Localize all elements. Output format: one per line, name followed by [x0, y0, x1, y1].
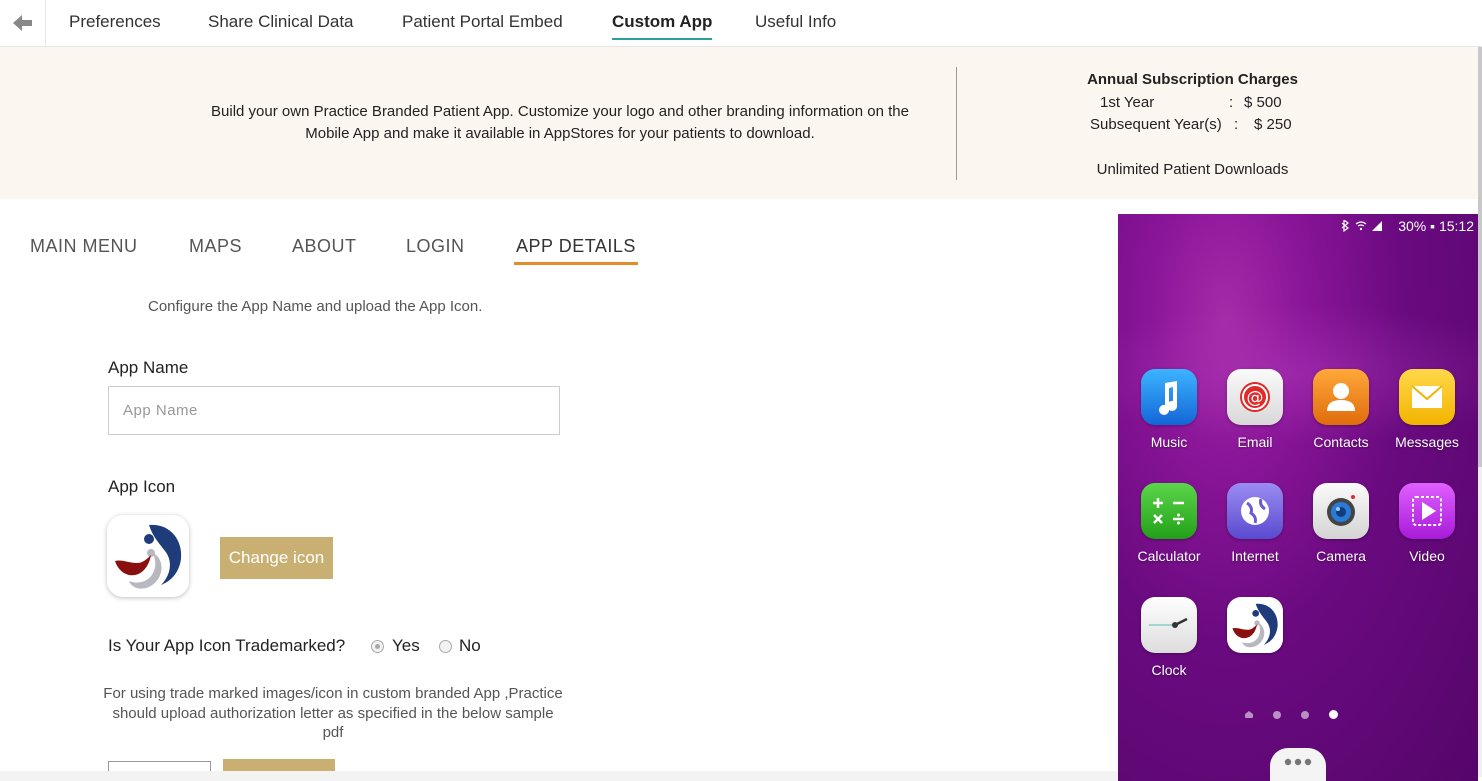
app-name-label: App Name [108, 358, 189, 377]
phone-app-email: @ Email [1212, 369, 1298, 450]
app-icon-preview [107, 515, 189, 597]
page-scrollbar-thumb[interactable] [1478, 47, 1482, 467]
subtab-main-menu[interactable]: MAIN MENU [30, 236, 138, 257]
subtab-about[interactable]: ABOUT [292, 236, 357, 257]
phone-preview: 30% ▪ 15:12 Music @ Email Contacts Messa… [1118, 214, 1478, 781]
top-nav: Preferences Share Clinical Data Patient … [0, 0, 1482, 47]
phone-app-calculator: Calculator [1126, 483, 1212, 564]
page-indicator [1245, 710, 1338, 719]
custom-app-logo-icon [115, 524, 182, 589]
phone-app-label: Clock [1151, 662, 1187, 678]
person-icon [1313, 369, 1369, 425]
calculator-icon [1141, 483, 1197, 539]
config-description: Configure the App Name and upload the Ap… [148, 298, 483, 315]
phone-app-music: Music [1126, 369, 1212, 450]
status-icons [1341, 220, 1382, 232]
pricing-title: Annual Subscription Charges [1087, 71, 1298, 88]
music-note-icon [1141, 369, 1197, 425]
phone-app-label: Video [1409, 548, 1445, 564]
status-text: 30% ▪ 15:12 [1398, 218, 1474, 234]
trademark-yes-label[interactable]: Yes [392, 636, 420, 656]
first-year-value: $ 500 [1244, 93, 1282, 111]
phone-app-label: Calculator [1137, 548, 1201, 564]
banner-line-1: Build your own Practice Branded Patient … [211, 103, 909, 120]
tab-custom-app[interactable]: Custom App [612, 12, 713, 40]
trademark-note-line-2: should upload authorization letter as sp… [112, 704, 554, 722]
pricing-row-first-year: 1st Year : $ 500 [1040, 92, 1345, 115]
tab-useful-info[interactable]: Useful Info [755, 12, 836, 32]
phone-app-label: Email [1237, 434, 1273, 450]
trademark-note-line-1: For using trade marked images/icon in cu… [103, 685, 563, 702]
phone-app-camera: Camera [1298, 483, 1384, 564]
custom-app-logo-icon [1227, 597, 1283, 653]
banner-line-2: Mobile App and make it available in AppS… [305, 125, 815, 142]
phone-app-clock: Clock [1126, 597, 1212, 678]
first-year-label: 1st Year [1100, 93, 1155, 111]
trademark-question-row: Is Your App Icon Trademarked? [108, 636, 345, 656]
subsequent-label: Subsequent Year(s) [1090, 116, 1222, 133]
trademark-no-label[interactable]: No [459, 636, 481, 656]
phone-app-messages: Messages [1384, 369, 1470, 450]
subtab-maps[interactable]: MAPS [189, 236, 242, 257]
banner-description: Build your own Practice Branded Patient … [160, 101, 960, 145]
subtab-login[interactable]: LOGIN [406, 236, 465, 257]
pricing-downloads: Unlimited Patient Downloads [1096, 160, 1289, 178]
home-page-dot [1245, 711, 1253, 718]
trademark-no-option[interactable]: No [439, 636, 481, 656]
play-icon [1399, 483, 1455, 539]
trademark-yes-option[interactable]: Yes [371, 636, 420, 656]
trademark-yes-radio[interactable] [371, 639, 384, 653]
app-drawer-more-button [1270, 748, 1326, 781]
trademark-note: For using trade marked images/icon in cu… [78, 684, 588, 743]
phone-app-contacts: Contacts [1298, 369, 1384, 450]
page-dot [1301, 710, 1309, 719]
phone-app-label: Internet [1231, 548, 1279, 564]
phone-app-internet: Internet [1212, 483, 1298, 564]
clock-icon [1141, 597, 1197, 653]
trademark-no-radio[interactable] [439, 639, 452, 653]
phone-status-bar: 30% ▪ 15:12 [1118, 214, 1478, 238]
bottom-edge [0, 771, 1118, 781]
phone-app-video: Video [1384, 483, 1470, 564]
trademark-question: Is Your App Icon Trademarked? [108, 636, 346, 655]
back-button[interactable] [0, 0, 46, 46]
page-dot [1273, 710, 1281, 719]
subsequent-value: $ 250 [1254, 116, 1292, 133]
camera-icon [1313, 483, 1369, 539]
subsequent-separator: : [1234, 116, 1239, 133]
trademark-note-line-3: pdf [322, 724, 344, 741]
app-icon-label: App Icon [108, 477, 176, 496]
pricing-row-subsequent: Subsequent Year(s) : $ 250 [1040, 114, 1345, 137]
at-sign-icon: @ [1227, 369, 1283, 425]
envelope-icon [1399, 369, 1455, 425]
phone-app-label: Contacts [1313, 434, 1369, 450]
banner-divider [956, 67, 957, 180]
page-dot-active [1329, 710, 1338, 719]
tab-patient-portal-embed[interactable]: Patient Portal Embed [402, 12, 563, 32]
back-arrow-icon [12, 15, 32, 31]
change-icon-button[interactable]: Change icon [220, 537, 333, 579]
svg-text:@: @ [1247, 388, 1264, 408]
subtab-app-details[interactable]: APP DETAILS [514, 236, 638, 265]
pricing-info: Annual Subscription Charges 1st Year : $… [1040, 69, 1345, 181]
phone-app-label: Messages [1395, 434, 1459, 450]
tab-share-clinical-data[interactable]: Share Clinical Data [208, 12, 354, 32]
globe-icon [1227, 483, 1283, 539]
phone-app-label: Music [1150, 434, 1188, 450]
tab-preferences[interactable]: Preferences [69, 12, 161, 32]
subscription-banner: Build your own Practice Branded Patient … [0, 47, 1478, 199]
app-name-input[interactable] [108, 386, 560, 435]
first-year-separator: : [1229, 93, 1234, 111]
more-dots-icon [1284, 758, 1312, 766]
phone-app-custom [1212, 597, 1298, 662]
phone-app-label: Camera [1316, 548, 1366, 564]
